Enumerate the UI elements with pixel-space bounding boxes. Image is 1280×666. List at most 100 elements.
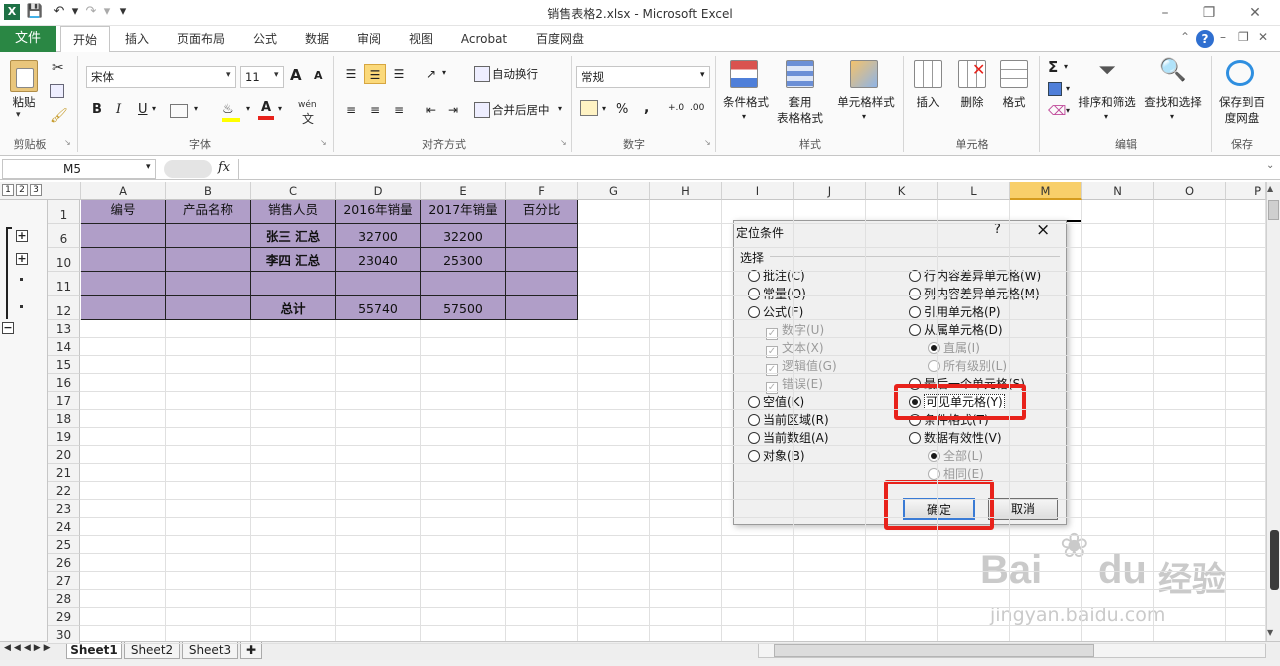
underline-dropdown-icon[interactable]: ▾ [152,104,156,113]
table-cell[interactable]: 百分比 [506,200,578,224]
percent-icon[interactable]: % [616,102,628,117]
align-top-icon[interactable]: ☰ [340,64,362,84]
comma-icon[interactable]: , [644,100,649,116]
radio-icon[interactable] [748,396,760,408]
delete-cells-button[interactable]: 删除 [952,94,992,110]
expand-formula-icon[interactable]: ⌄ [1266,160,1274,171]
table-cell[interactable] [506,248,578,272]
font-size-dropdown-icon[interactable]: ▾ [274,70,279,80]
sort-filter-icon[interactable]: ⏷ [1092,58,1122,90]
column-header[interactable]: I [722,182,794,200]
decrease-decimal-icon[interactable]: .00 [690,103,704,113]
column-header[interactable]: A [81,182,166,200]
table-cell[interactable] [506,272,578,296]
column-header[interactable]: E [421,182,506,200]
option-column-differences[interactable]: 列内容差异单元格(M) [909,285,1040,303]
doc-restore-icon[interactable]: ❐ [1238,30,1254,48]
format-as-table-label-bottom[interactable]: 表格格式 [770,110,830,126]
table-cell[interactable]: 编号 [81,200,166,224]
alignment-launcher-icon[interactable]: ↘ [560,138,567,147]
doc-close-icon[interactable]: ✕ [1258,30,1274,48]
wrap-text-button[interactable]: 自动换行 [492,66,548,82]
row-header[interactable]: 13 [48,320,80,338]
side-slider[interactable] [1270,530,1279,590]
radio-icon[interactable] [748,288,760,300]
table-cell[interactable]: 总计 [251,296,336,320]
vertical-scroll-thumb[interactable] [1268,200,1279,220]
row-header[interactable]: 20 [48,446,80,464]
column-header[interactable]: O [1154,182,1226,200]
align-bottom-icon[interactable]: ☰ [388,64,410,84]
dialog-help-icon[interactable]: ? [994,222,1001,237]
row-header[interactable]: 18 [48,410,80,428]
orientation-dropdown-icon[interactable]: ▾ [442,68,446,77]
table-cell[interactable]: 李四 汇总 [251,248,336,272]
borders-icon[interactable] [170,104,188,118]
name-box[interactable]: M5 [2,159,156,179]
row-header[interactable]: 21 [48,464,80,482]
phonetic-icon[interactable]: wén [298,100,317,110]
row-header[interactable]: 26 [48,554,80,572]
table-cell[interactable] [506,296,578,320]
column-header-selected[interactable]: M [1010,182,1082,200]
row-header[interactable]: 27 [48,572,80,590]
merge-dropdown-icon[interactable]: ▾ [558,104,562,113]
format-cells-icon[interactable] [1000,60,1028,88]
table-cell[interactable] [81,272,166,296]
insert-sheet-icon[interactable]: ✚ [240,642,262,659]
option-row-differences[interactable]: 行内容差异单元格(W) [909,267,1041,285]
column-header[interactable]: B [166,182,251,200]
table-cell[interactable] [81,224,166,248]
outline-level-1[interactable]: 1 [2,184,14,196]
conditional-format-icon[interactable] [730,60,758,88]
row-header[interactable]: 30 [48,626,80,644]
collapse-group-icon[interactable]: − [2,322,14,334]
column-header[interactable]: G [578,182,650,200]
sheet-tab-sheet2[interactable]: Sheet2 [124,642,180,659]
wrap-text-icon[interactable] [474,66,490,82]
table-cell[interactable]: 55740 [336,296,421,320]
radio-icon[interactable] [928,450,940,462]
sheet-nav-icons[interactable]: ◀◀◀▶▶ [4,643,54,653]
cell-styles-icon[interactable] [850,60,878,88]
row-header[interactable]: 19 [48,428,80,446]
sort-filter-dropdown-icon[interactable]: ▾ [1104,112,1108,121]
row-header[interactable]: 25 [48,536,80,554]
table-cell[interactable] [166,296,251,320]
table-cell[interactable]: 25300 [421,248,506,272]
save-baidu-label-bottom[interactable]: 度网盘 [1214,110,1270,126]
accounting-icon[interactable] [580,100,598,116]
table-cell[interactable]: 2016年销量 [336,200,421,224]
table-cell[interactable]: 张三 汇总 [251,224,336,248]
radio-icon[interactable] [909,306,921,318]
radio-icon[interactable] [748,306,760,318]
row-header[interactable]: 16 [48,374,80,392]
table-cell[interactable]: 23040 [336,248,421,272]
copy-icon[interactable] [50,84,64,98]
font-color-icon[interactable]: A [258,100,274,120]
expand-group-icon[interactable]: + [16,253,28,265]
conditional-format-button[interactable]: 条件格式 [718,94,774,110]
find-select-dropdown-icon[interactable]: ▾ [1170,112,1174,121]
tab-data[interactable]: 数据 [294,26,340,52]
tab-insert[interactable]: 插入 [114,26,160,52]
tab-page-layout[interactable]: 页面布局 [168,26,234,52]
tab-baidu-netdisk[interactable]: 百度网盘 [526,26,594,52]
align-center-icon[interactable]: ≡ [364,100,386,120]
row-header[interactable]: 14 [48,338,80,356]
phonetic-char-icon[interactable]: 文 [302,110,314,127]
radio-icon[interactable] [928,468,940,480]
row-header[interactable]: 15 [48,356,80,374]
table-cell[interactable] [166,272,251,296]
find-select-icon[interactable]: 🔍 [1158,58,1188,90]
italic-icon[interactable]: I [116,102,121,117]
clear-icon[interactable]: ⌫ [1048,104,1066,119]
radio-icon[interactable] [909,324,921,336]
format-cells-button[interactable]: 格式 [994,94,1034,110]
row-header[interactable]: 24 [48,518,80,536]
bold-icon[interactable]: B [92,102,102,117]
row-header[interactable]: 23 [48,500,80,518]
radio-icon[interactable] [909,288,921,300]
table-cell[interactable] [336,272,421,296]
table-cell[interactable] [251,272,336,296]
